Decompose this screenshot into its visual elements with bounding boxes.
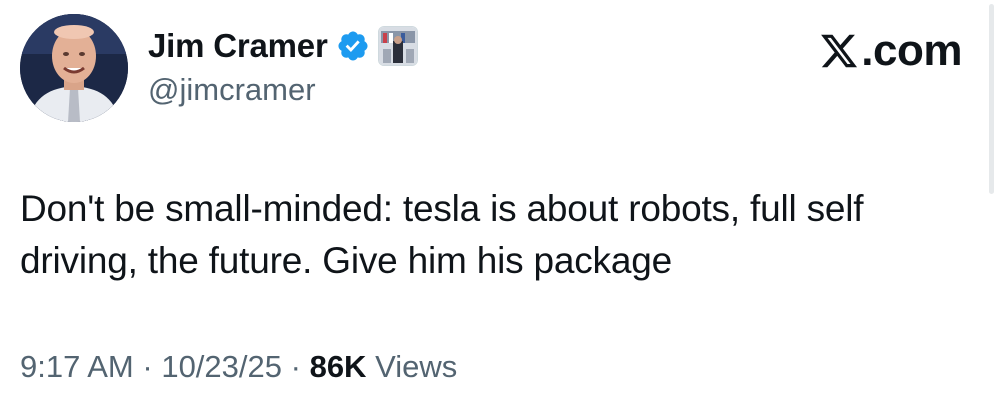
x-logo-icon [821, 34, 858, 68]
site-watermark: .com [819, 26, 962, 76]
author-handle[interactable]: @jimcramer [148, 72, 316, 108]
affiliate-badge-icon[interactable] [377, 26, 418, 66]
views-count: 86K [309, 349, 367, 384]
tweet-time[interactable]: 9:17 AM [20, 349, 134, 384]
profile-photo [20, 14, 128, 122]
tweet-meta: 9:17 AM · 10/23/25 · 86K Views [20, 349, 457, 385]
tweet-text: Don't be small-minded: tesla is about ro… [20, 188, 864, 281]
tweet-date[interactable]: 10/23/25 [161, 349, 282, 384]
site-domain-suffix: .com [861, 26, 962, 75]
author-name-row: Jim Cramer [148, 22, 418, 70]
avatar[interactable] [20, 14, 128, 122]
verified-badge-icon[interactable] [336, 29, 370, 63]
author-display-name[interactable]: Jim Cramer [148, 27, 328, 65]
affiliate-badge-image [378, 27, 417, 65]
views-label: Views [375, 349, 458, 384]
meta-separator: · [290, 349, 301, 384]
scrollbar-thumb[interactable] [989, 4, 994, 194]
meta-separator: · [142, 349, 153, 384]
